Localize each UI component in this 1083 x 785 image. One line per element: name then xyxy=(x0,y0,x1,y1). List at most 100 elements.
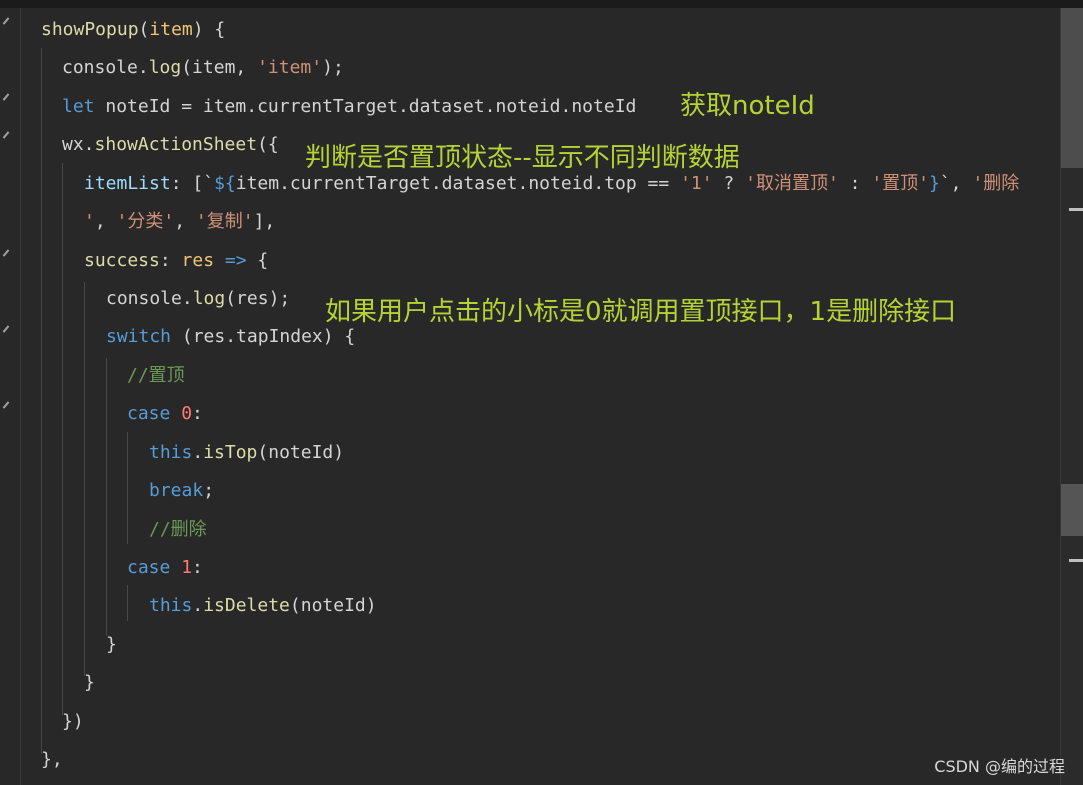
code-line[interactable]: } xyxy=(84,671,95,695)
code-line[interactable]: ', '分类', '复制'], xyxy=(84,210,275,234)
code-token: switch xyxy=(106,326,172,347)
code-token: item xyxy=(149,19,193,40)
code-token: ' xyxy=(84,211,95,232)
code-line[interactable]: //删除 xyxy=(149,518,207,542)
editor-gutter xyxy=(0,8,20,785)
code-token: . xyxy=(192,595,204,616)
code-token: : xyxy=(192,403,203,424)
indent-guide xyxy=(127,432,128,544)
code-token: case xyxy=(127,557,171,578)
code-token: item.currentTarget.dataset.noteid.top == xyxy=(235,173,681,194)
code-token: //置顶 xyxy=(127,365,185,386)
code-token: this xyxy=(149,442,193,463)
code-line[interactable]: case 0: xyxy=(127,402,203,426)
code-token: break xyxy=(149,480,204,501)
fold-marker[interactable] xyxy=(2,131,10,139)
fold-marker[interactable] xyxy=(2,325,10,333)
code-token: ; xyxy=(203,480,215,501)
code-token: (res); xyxy=(225,288,291,309)
code-token: ); xyxy=(322,57,344,78)
watermark: CSDN @编的过程 xyxy=(934,757,1065,776)
code-line[interactable]: this.isTop(noteId) xyxy=(149,441,344,465)
code-token: console xyxy=(62,57,138,78)
code-token: `, xyxy=(939,173,973,194)
code-token: } xyxy=(106,634,117,655)
code-token: ${ xyxy=(214,173,236,194)
code-token: } xyxy=(84,672,95,693)
code-token: log xyxy=(148,57,182,78)
indent-guide xyxy=(127,585,128,621)
code-token: itemList xyxy=(84,173,171,194)
code-token: '置顶' xyxy=(871,173,929,194)
code-line[interactable]: itemList: [`${item.currentTarget.dataset… xyxy=(84,172,1019,196)
code-token: , xyxy=(174,211,196,232)
code-line[interactable]: //置顶 xyxy=(127,364,185,388)
code-line[interactable]: success: res => { xyxy=(84,249,268,273)
code-token: '1' xyxy=(680,173,713,194)
vertical-scrollbar[interactable] xyxy=(1060,8,1083,785)
code-token: { xyxy=(246,250,269,271)
code-token: : xyxy=(159,250,182,271)
fold-marker[interactable] xyxy=(2,401,10,409)
code-token: showPopup xyxy=(41,19,139,40)
code-token: (noteId) xyxy=(257,442,345,463)
indent-guide xyxy=(41,48,42,754)
fold-marker[interactable] xyxy=(2,93,10,101)
code-line[interactable]: case 1: xyxy=(127,556,203,580)
code-line[interactable]: wx.showActionSheet({ xyxy=(62,133,279,157)
code-token: res xyxy=(181,250,215,271)
fold-marker[interactable] xyxy=(2,17,10,25)
gutter-divider xyxy=(20,8,21,785)
code-token: case xyxy=(127,403,171,424)
code-token: ) { xyxy=(192,19,226,40)
code-token: isTop xyxy=(203,442,258,463)
code-token: } xyxy=(929,173,940,194)
code-line[interactable]: let noteId = item.currentTarget.dataset.… xyxy=(62,95,636,119)
code-token: (item, xyxy=(181,57,258,78)
code-token: (noteId) xyxy=(289,595,377,616)
fold-marker[interactable] xyxy=(2,249,10,257)
code-token: console xyxy=(106,288,182,309)
scrollbar-thumb-secondary[interactable] xyxy=(1061,484,1083,536)
annotation-tap-index: 如果用户点击的小标是0就调用置顶接口，1是删除接口 xyxy=(325,297,957,327)
code-line[interactable]: showPopup(item) { xyxy=(41,18,225,42)
code-token: success xyxy=(84,250,160,271)
code-token: : xyxy=(838,173,872,194)
indent-guide xyxy=(84,282,85,676)
code-token: : xyxy=(192,557,203,578)
indent-guide xyxy=(62,163,63,715)
code-line[interactable]: }) xyxy=(62,710,84,734)
code-line[interactable]: break; xyxy=(149,479,214,503)
code-token: , xyxy=(94,211,117,232)
code-token: . xyxy=(137,57,149,78)
scrollbar-marker xyxy=(1069,208,1083,211)
code-line[interactable]: console.log(item, 'item'); xyxy=(62,56,344,80)
code-line[interactable]: this.isDelete(noteId) xyxy=(149,594,377,618)
code-token: 'item' xyxy=(257,57,323,78)
code-token: . xyxy=(181,288,193,309)
code-token: log xyxy=(192,288,226,309)
code-token: => xyxy=(224,250,247,271)
code-token: ], xyxy=(253,211,276,232)
code-token: '删除 xyxy=(972,173,1020,194)
code-token: . xyxy=(192,442,204,463)
code-line[interactable]: }, xyxy=(41,748,63,772)
code-line[interactable]: switch (res.tapIndex) { xyxy=(106,325,355,349)
code-token: ( xyxy=(138,19,150,40)
annotation-get-note-id: 获取noteId xyxy=(680,91,815,121)
code-token: '复制' xyxy=(195,211,254,232)
code-line[interactable]: } xyxy=(106,633,117,657)
code-token: isDelete xyxy=(203,595,290,616)
annotation-top-state: 判断是否置顶状态--显示不同判断数据 xyxy=(305,143,740,173)
code-line[interactable]: console.log(res); xyxy=(106,287,290,311)
code-token: 0 xyxy=(181,403,193,424)
code-token: //删除 xyxy=(149,519,207,540)
code-token: let xyxy=(62,96,95,117)
code-token: wx. xyxy=(62,134,95,155)
code-token: this xyxy=(149,595,193,616)
code-token: 1 xyxy=(181,557,193,578)
scrollbar-thumb[interactable] xyxy=(1061,8,1083,168)
